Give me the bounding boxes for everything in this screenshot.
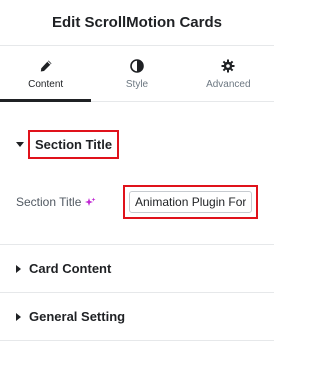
section-card-content-label: Card Content — [29, 261, 112, 276]
section-title-input[interactable] — [129, 191, 252, 213]
section-title-panel: Section Title Section Title — [0, 126, 274, 245]
panel-title: Edit ScrollMotion Cards — [51, 14, 222, 31]
tab-advanced-label: Advanced — [206, 78, 251, 90]
section-title-field-row: Section Title — [0, 182, 274, 222]
caret-down-icon — [16, 141, 24, 147]
tab-advanced[interactable]: Advanced — [183, 46, 274, 101]
caret-right-icon — [16, 312, 21, 321]
section-title-highlight: Section Title — [28, 129, 120, 159]
section-title-toggle[interactable]: Section Title — [0, 126, 274, 162]
panel-tabs: Content Style Advanced — [0, 46, 274, 102]
section-general-setting[interactable]: General Setting — [0, 293, 274, 341]
tab-style[interactable]: Style — [91, 46, 182, 101]
gear-icon — [220, 58, 236, 74]
section-general-setting-label: General Setting — [29, 309, 126, 324]
pencil-icon — [38, 58, 54, 74]
sparkle-icon[interactable] — [85, 197, 96, 208]
panel-header: Edit ScrollMotion Cards — [0, 0, 274, 46]
caret-right-icon — [16, 264, 21, 273]
tab-content[interactable]: Content — [0, 46, 92, 102]
section-title-input-highlight — [123, 185, 258, 219]
tab-content-label: Content — [28, 78, 64, 90]
section-card-content[interactable]: Card Content — [0, 245, 274, 293]
half-circle-icon — [129, 58, 145, 74]
tab-style-label: Style — [125, 78, 149, 90]
section-title-heading: Section Title — [35, 136, 113, 152]
section-title-field-label: Section Title — [16, 195, 82, 209]
